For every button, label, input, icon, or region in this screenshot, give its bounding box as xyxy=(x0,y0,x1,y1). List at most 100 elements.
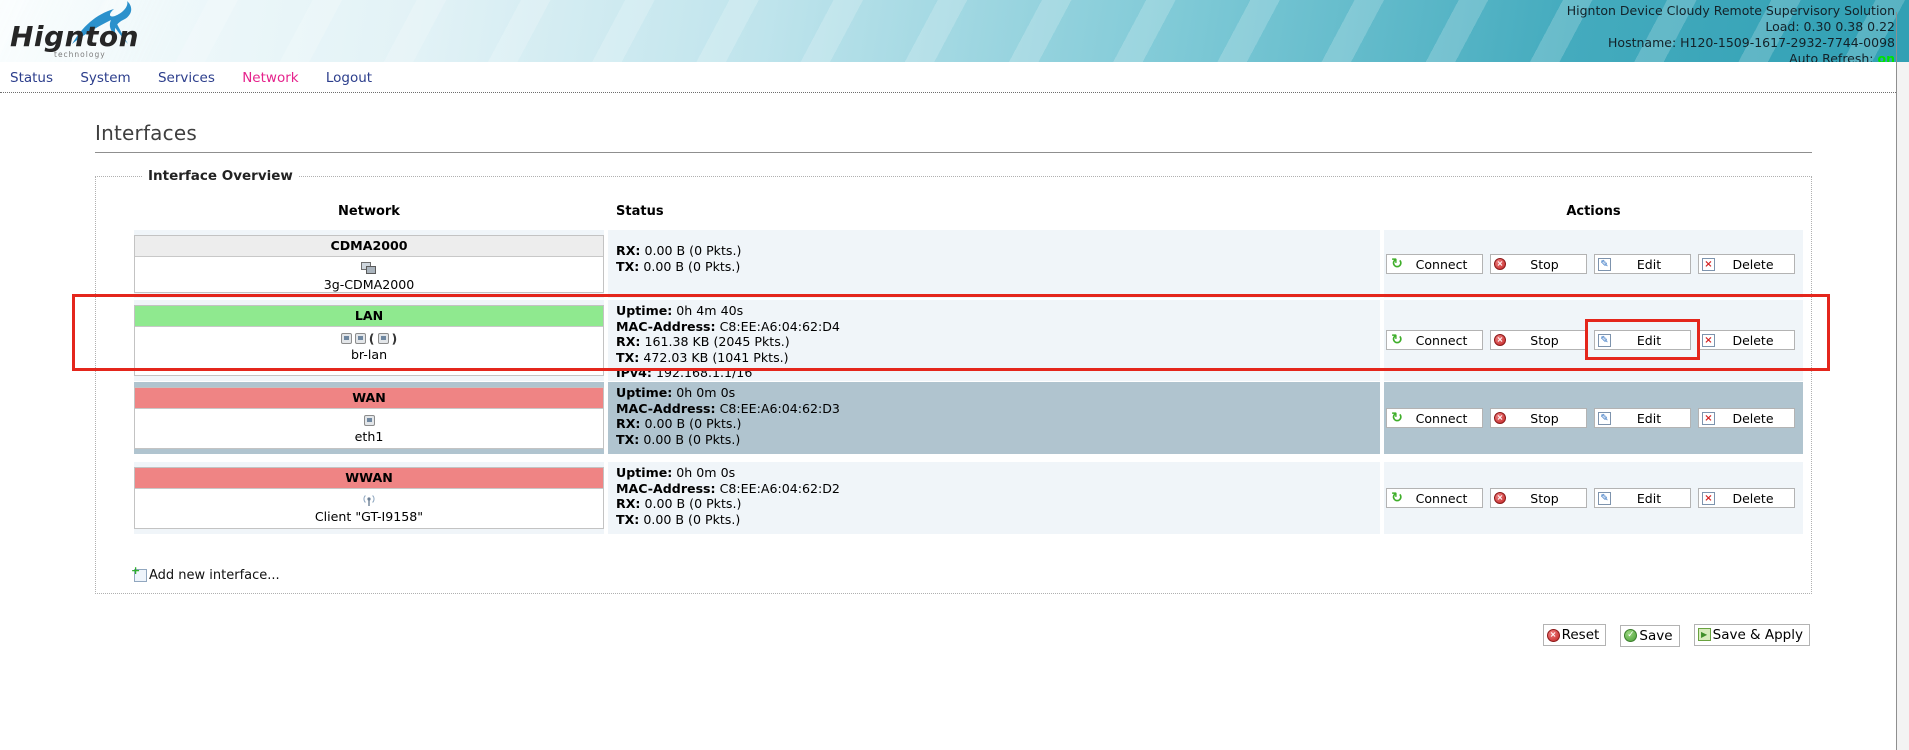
auto-refresh-status: Auto Refresh: on xyxy=(1567,51,1895,62)
nav-item-network[interactable]: Network xyxy=(242,70,298,86)
status-cell: Uptime: 0h 4m 40s MAC-Address: C8:EE:A6:… xyxy=(608,300,1380,381)
device-label: 3g-CDMA2000 xyxy=(135,277,603,292)
load-average: Load: 0.30 0.38 0.22 xyxy=(1567,19,1895,35)
network-cell: CDMA2000 3g-CDMA2000 xyxy=(134,230,604,298)
interface-overview-section: Interface Overview Network Status Action… xyxy=(95,168,1812,594)
column-header-network: Network xyxy=(134,200,604,224)
table-header-row: Network Status Actions xyxy=(134,200,1803,224)
network-cell: LAN () br-lan xyxy=(134,300,604,381)
stop-button[interactable]: ×Stop xyxy=(1490,254,1587,274)
table-row-lan: LAN () br-lan Uptime: 0h 4m 40s MAC-Addr… xyxy=(134,300,1803,374)
stop-button[interactable]: ×Stop xyxy=(1490,408,1587,428)
edit-button[interactable]: ✎Edit xyxy=(1594,408,1691,428)
connect-button[interactable]: ↻Connect xyxy=(1386,408,1483,428)
brand-logo: Hignton technology xyxy=(10,4,160,60)
device-info-block: Hignton Device Cloudy Remote Supervisory… xyxy=(1567,3,1895,62)
status-line: RX: 0.00 B (0 Pkts.) xyxy=(616,243,1380,259)
wifi-icon xyxy=(135,492,603,508)
save-check-icon: ✓ xyxy=(1624,629,1637,642)
status-cell: Uptime: 0h 0m 0s MAC-Address: C8:EE:A6:0… xyxy=(608,382,1380,454)
refresh-icon: ↻ xyxy=(1390,257,1404,271)
interface-body: 3g-CDMA2000 xyxy=(135,257,603,292)
column-header-actions: Actions xyxy=(1384,200,1803,224)
device-label: br-lan xyxy=(135,347,603,362)
stop-icon: × xyxy=(1494,334,1506,346)
connect-button[interactable]: ↻Connect xyxy=(1386,330,1483,350)
status-line: RX: 0.00 B (0 Pkts.) xyxy=(616,416,1380,432)
edit-icon: ✎ xyxy=(1598,492,1611,505)
delete-button[interactable]: ×Delete xyxy=(1698,488,1795,508)
status-line: Uptime: 0h 0m 0s xyxy=(616,465,1380,481)
refresh-icon: ↻ xyxy=(1390,491,1404,505)
save-apply-button[interactable]: ▶Save & Apply xyxy=(1694,624,1810,646)
status-line: TX: 0.00 B (0 Pkts.) xyxy=(616,512,1380,528)
delete-button[interactable]: ×Delete xyxy=(1698,254,1795,274)
interface-body: Client "GT-I9158" xyxy=(135,489,603,524)
nav-item-logout[interactable]: Logout xyxy=(326,70,372,86)
reset-button[interactable]: ×Reset xyxy=(1543,624,1607,646)
status-line: TX: 0.00 B (0 Pkts.) xyxy=(616,259,1380,275)
interface-name: LAN xyxy=(135,306,603,327)
actions-cell: ↻Connect ×Stop ✎Edit ×Delete xyxy=(1384,462,1803,534)
stop-button[interactable]: ×Stop xyxy=(1490,330,1587,350)
interface-box: CDMA2000 3g-CDMA2000 xyxy=(134,235,604,293)
edit-button-lan[interactable]: ✎Edit xyxy=(1594,330,1691,350)
nav-item-services[interactable]: Services xyxy=(158,70,215,86)
stop-button[interactable]: ×Stop xyxy=(1490,488,1587,508)
delete-icon: × xyxy=(1702,334,1715,347)
delete-button[interactable]: ×Delete xyxy=(1698,408,1795,428)
refresh-icon: ↻ xyxy=(1390,333,1404,347)
edit-icon: ✎ xyxy=(1598,334,1611,347)
status-line: MAC-Address: C8:EE:A6:04:62:D2 xyxy=(616,481,1380,497)
add-new-interface-link[interactable]: Add new interface... xyxy=(134,568,280,583)
footer-actions: ×Reset ✓Save ▶Save & Apply xyxy=(95,622,1812,647)
connect-button[interactable]: ↻Connect xyxy=(1386,488,1483,508)
ethernet-port-icon xyxy=(341,333,352,344)
main-content: Interfaces Interface Overview Network St… xyxy=(95,94,1812,647)
interface-body: () br-lan xyxy=(135,327,603,362)
status-line: RX: 161.38 KB (2045 Pkts.) xyxy=(616,334,1380,350)
app-window: Hignton technology Hignton Device Cloudy… xyxy=(0,0,1909,750)
hostname: Hostname: H120-1509-1617-2932-7744-0098 xyxy=(1567,35,1895,51)
reset-icon: × xyxy=(1547,629,1560,642)
ethernet-port-icon xyxy=(364,415,375,426)
tunnel-icon xyxy=(135,260,603,276)
add-page-icon xyxy=(134,569,147,582)
delete-icon: × xyxy=(1702,412,1715,425)
stop-icon: × xyxy=(1494,492,1506,504)
status-line: TX: 472.03 KB (1041 Pkts.) xyxy=(616,350,1380,366)
edit-button[interactable]: ✎Edit xyxy=(1594,488,1691,508)
interface-box: LAN () br-lan xyxy=(134,305,604,376)
delete-icon: × xyxy=(1702,258,1715,271)
ethernet-icon xyxy=(135,412,603,428)
table-row-cdma2000: CDMA2000 3g-CDMA2000 RX: 0.00 B (0 Pkts.… xyxy=(134,230,1803,292)
interface-name: CDMA2000 xyxy=(135,236,603,257)
table-row-wwan: WWAN Client "GT-I9158" Uptime: 0h 0m 0s … xyxy=(134,462,1803,534)
nav-item-system[interactable]: System xyxy=(80,70,130,86)
vertical-scrollbar[interactable] xyxy=(1897,62,1909,750)
interface-body: eth1 xyxy=(135,409,603,444)
nav-item-status[interactable]: Status xyxy=(10,70,53,86)
status-line: MAC-Address: C8:EE:A6:04:62:D3 xyxy=(616,401,1380,417)
stop-icon: × xyxy=(1494,412,1506,424)
actions-cell: ↻Connect ×Stop ✎Edit ×Delete xyxy=(1384,382,1803,454)
delete-icon: × xyxy=(1702,492,1715,505)
connect-button[interactable]: ↻Connect xyxy=(1386,254,1483,274)
delete-button[interactable]: ×Delete xyxy=(1698,330,1795,350)
status-line: Uptime: 0h 4m 40s xyxy=(616,303,1380,319)
edit-button[interactable]: ✎Edit xyxy=(1594,254,1691,274)
logo-title: Hignton xyxy=(10,20,139,53)
table-row-wan: WAN eth1 Uptime: 0h 0m 0s MAC-Address: C… xyxy=(134,382,1803,454)
ethernet-port-icon xyxy=(378,333,389,344)
solution-title: Hignton Device Cloudy Remote Supervisory… xyxy=(1567,3,1895,19)
main-nav: Status System Services Network Logout xyxy=(0,62,1896,93)
save-button[interactable]: ✓Save xyxy=(1620,625,1679,647)
interface-name: WAN xyxy=(135,388,603,409)
device-label: Client "GT-I9158" xyxy=(135,509,603,524)
status-line: IPv4: 192.168.1.1/16 xyxy=(616,365,1380,381)
status-cell: RX: 0.00 B (0 Pkts.) TX: 0.00 B (0 Pkts.… xyxy=(608,230,1380,298)
bridge-icon: () xyxy=(135,330,603,346)
network-cell: WAN eth1 xyxy=(134,382,604,454)
interface-box: WWAN Client "GT-I9158" xyxy=(134,467,604,529)
header-banner: Hignton technology Hignton Device Cloudy… xyxy=(0,0,1909,62)
